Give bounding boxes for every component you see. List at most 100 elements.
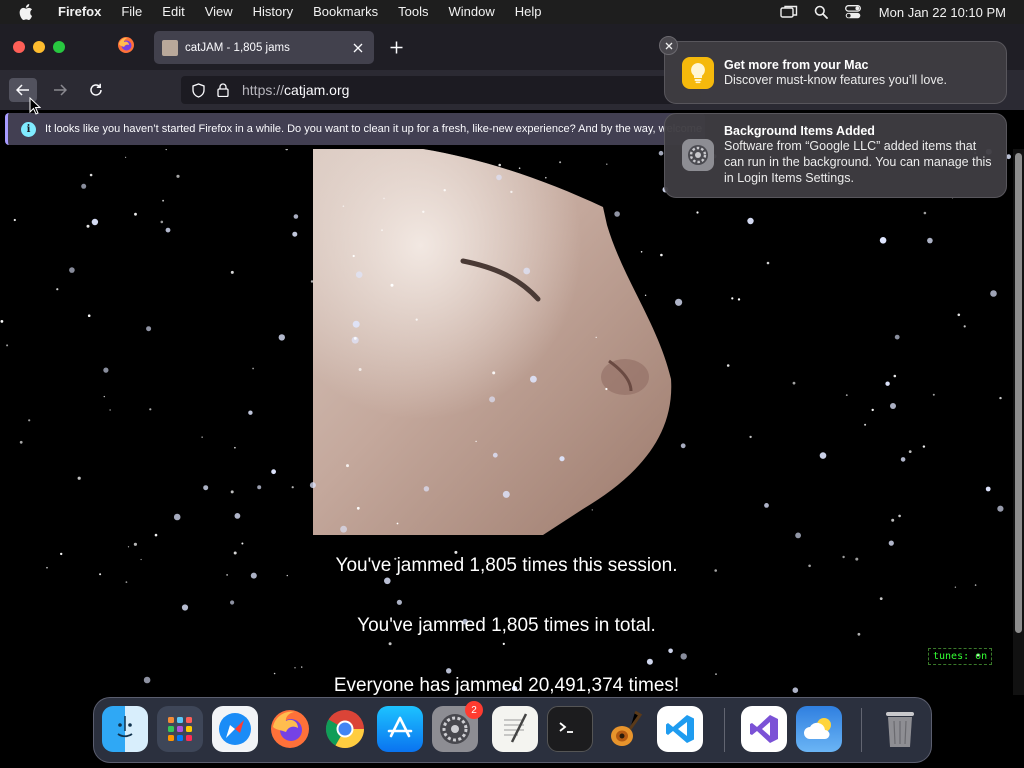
screen-mirroring-icon[interactable] — [780, 3, 798, 21]
star — [954, 586, 957, 588]
page-scrollbar[interactable] — [1013, 149, 1024, 695]
info-icon: i — [21, 121, 36, 137]
star — [518, 167, 521, 169]
star — [923, 211, 927, 215]
star — [291, 486, 294, 489]
star — [176, 174, 180, 178]
menu-app-name[interactable]: Firefox — [48, 0, 111, 24]
star — [696, 211, 699, 214]
star — [201, 436, 203, 438]
tab-title: catJAM - 1,805 jams — [185, 41, 290, 54]
address-bar[interactable]: https://catjam.org — [181, 76, 701, 104]
close-tab-icon[interactable] — [348, 38, 368, 58]
notification-background-items[interactable]: Background Items Added Software from “Go… — [664, 113, 1007, 198]
star — [492, 371, 496, 375]
dock-vscode-icon[interactable] — [657, 706, 703, 752]
star — [963, 325, 966, 328]
control-center-icon[interactable] — [844, 3, 862, 21]
star — [443, 189, 446, 192]
star — [489, 396, 496, 403]
dock-garageband-icon[interactable] — [602, 706, 648, 752]
star — [355, 271, 363, 278]
star — [423, 486, 430, 492]
menu-file[interactable]: File — [111, 0, 152, 24]
star — [749, 435, 752, 439]
star — [342, 205, 345, 207]
star — [6, 344, 9, 347]
pinned-tab-firefox[interactable] — [110, 32, 142, 62]
star — [990, 290, 997, 297]
star — [747, 217, 754, 225]
star — [381, 229, 383, 232]
star — [353, 337, 357, 340]
dock-chrome-icon[interactable] — [322, 706, 368, 752]
notification-title: Get more from your Mac — [724, 57, 869, 72]
menu-view[interactable]: View — [195, 0, 243, 24]
star — [271, 469, 276, 475]
dock-launchpad-icon[interactable] — [157, 706, 203, 752]
window-minimize-button[interactable] — [33, 41, 45, 53]
tunes-toggle[interactable]: tunes: on — [928, 648, 993, 665]
session-jam-count: You've jammed 1,805 times this session. — [335, 555, 678, 576]
notification-body: Software from “Google LLC” added items t… — [724, 139, 992, 185]
star — [278, 334, 285, 341]
notification-close-button[interactable] — [659, 36, 678, 55]
dock-safari-icon[interactable] — [212, 706, 258, 752]
star — [932, 393, 935, 396]
dock-trash-icon[interactable] — [877, 706, 923, 752]
star — [252, 367, 255, 370]
star — [974, 584, 977, 586]
star — [0, 320, 4, 323]
spotlight-search-icon[interactable] — [812, 3, 830, 21]
forward-button[interactable] — [46, 78, 74, 102]
star — [56, 288, 59, 291]
star — [257, 485, 262, 490]
new-tab-button[interactable] — [385, 36, 407, 58]
dock-weather-icon[interactable] — [796, 706, 842, 752]
notification-tips[interactable]: Get more from your Mac Discover must-kno… — [664, 41, 1007, 104]
dock-visual-studio-icon[interactable] — [741, 706, 787, 752]
star — [69, 267, 75, 273]
star — [294, 667, 296, 669]
plus-icon — [390, 41, 402, 53]
system-settings-gear-icon — [682, 139, 714, 171]
menu-bar-clock[interactable]: Mon Jan 22 10:10 PM — [879, 5, 1006, 20]
menu-tools[interactable]: Tools — [388, 0, 438, 24]
star — [726, 364, 730, 367]
reload-button[interactable] — [82, 78, 110, 102]
tab-catjam[interactable]: catJAM - 1,805 jams — [154, 31, 374, 64]
star — [502, 490, 510, 498]
window-close-button[interactable] — [13, 41, 25, 53]
notification-body: Discover must-know features you’ll love. — [724, 72, 947, 87]
lock-icon[interactable] — [215, 82, 231, 98]
notification-bar-message: It looks like you haven’t started Firefo… — [45, 123, 705, 135]
cat-favicon-icon — [162, 39, 178, 56]
dock-terminal-icon[interactable] — [547, 706, 593, 752]
arrow-left-icon — [16, 84, 29, 96]
star — [125, 581, 128, 583]
apple-menu-icon[interactable] — [18, 4, 34, 20]
window-zoom-button[interactable] — [53, 41, 65, 53]
scrollbar-thumb[interactable] — [1015, 153, 1022, 633]
menu-window[interactable]: Window — [439, 0, 505, 24]
star — [173, 513, 181, 521]
menu-edit[interactable]: Edit — [152, 0, 194, 24]
menu-history[interactable]: History — [243, 0, 303, 24]
dock-textedit-icon[interactable] — [492, 706, 538, 752]
tunes-state: on — [975, 651, 988, 662]
global-jam-count: Everyone has jammed 20,491,374 times! — [333, 675, 680, 695]
menu-help[interactable]: Help — [505, 0, 552, 24]
star — [545, 176, 547, 179]
star — [133, 542, 137, 546]
dock-firefox-icon[interactable] — [267, 706, 313, 752]
star — [675, 298, 683, 306]
star — [888, 540, 894, 546]
menu-bookmarks[interactable]: Bookmarks — [303, 0, 388, 24]
dock-finder-icon[interactable] — [102, 706, 148, 752]
dock-system-settings-icon[interactable]: 2 — [432, 701, 483, 752]
dock-app-store-icon[interactable] — [377, 706, 423, 752]
star — [241, 542, 244, 545]
star — [234, 513, 241, 519]
star — [640, 251, 643, 253]
tracking-protection-shield-icon[interactable] — [190, 82, 206, 98]
